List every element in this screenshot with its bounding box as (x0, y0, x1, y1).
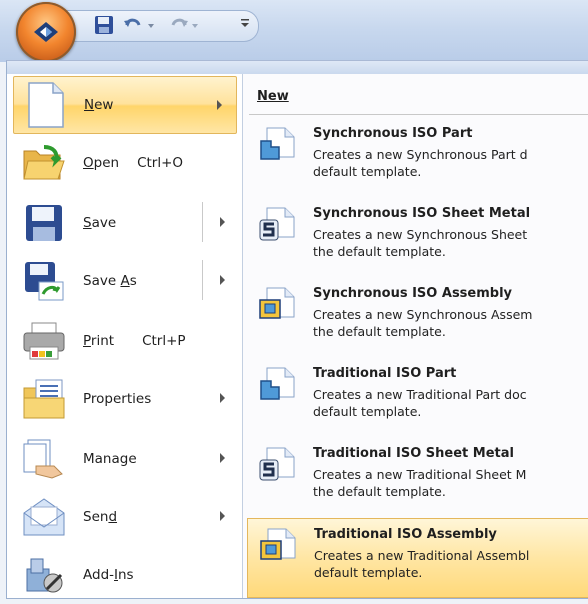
menu-item-print[interactable]: Print Ctrl+P (13, 312, 237, 370)
redo-button[interactable] (166, 14, 200, 36)
split-separator (202, 260, 203, 300)
assembly-document-icon (260, 528, 296, 560)
menu-item-add-ins[interactable]: Add-Ins (13, 546, 237, 604)
submenu-arrow-icon (220, 511, 225, 521)
sheet-metal-document-icon (259, 447, 295, 481)
redo-icon (171, 18, 188, 27)
menu-item-open[interactable]: Open Ctrl+O (13, 134, 237, 192)
customize-qat-icon[interactable] (240, 14, 250, 33)
sheet-metal-document-icon (259, 207, 295, 241)
template-name: Traditional ISO Part (313, 366, 457, 381)
redo-dropdown-icon[interactable] (190, 15, 200, 35)
properties-icon (19, 374, 69, 424)
save-as-icon (19, 256, 69, 306)
send-envelope-icon (19, 492, 69, 542)
printer-icon (19, 316, 69, 366)
menu-item-new[interactable]: New (13, 76, 237, 134)
split-separator (202, 202, 203, 242)
open-folder-icon (19, 138, 69, 188)
undo-dropdown-icon[interactable] (146, 15, 156, 35)
template-synchronous-iso-sheet-metal[interactable]: Synchronous ISO Sheet Metal Creates a ne… (247, 198, 588, 278)
shortcut-text: Ctrl+O (137, 155, 184, 171)
menu-item-properties[interactable]: Properties (13, 370, 237, 428)
template-description: Creates a new Traditional Sheet Mthe def… (313, 467, 527, 499)
template-description: Creates a new Traditional Part doc defaul… (313, 387, 527, 419)
menu-item-label: New (84, 97, 114, 113)
title-bar (0, 0, 588, 62)
new-submenu-panel: New Synchronous ISO Part Creates a new S… (243, 74, 588, 598)
template-traditional-iso-sheet-metal[interactable]: Traditional ISO Sheet Metal Creates a ne… (247, 438, 588, 518)
menu-command-list: New Open Ctrl+O Save Save As Print Ctrl+… (7, 74, 243, 598)
add-ins-icon (19, 550, 69, 600)
application-menu: New Open Ctrl+O Save Save As Print Ctrl+… (6, 60, 588, 599)
part-document-icon (260, 127, 295, 160)
template-synchronous-iso-part[interactable]: Synchronous ISO Part Creates a new Synch… (247, 118, 588, 198)
submenu-arrow-icon (220, 453, 225, 463)
menu-header-strip (7, 61, 588, 74)
template-description: Creates a new Synchronous Assem the defau… (313, 307, 533, 339)
submenu-arrow-icon (217, 100, 222, 110)
template-name: Synchronous ISO Part (313, 126, 473, 141)
manage-icon (19, 434, 69, 484)
submenu-arrow-icon[interactable] (220, 217, 225, 227)
save-qat-button[interactable] (94, 14, 114, 36)
menu-item-send[interactable]: Send (13, 488, 237, 546)
application-menu-button[interactable] (16, 2, 76, 62)
submenu-arrow-icon (220, 393, 225, 403)
undo-icon (124, 18, 141, 27)
template-name: Traditional ISO Assembly (314, 527, 497, 542)
application-logo-icon (34, 22, 58, 42)
save-icon (19, 198, 69, 248)
template-description: Creates a new Synchronous Part d default … (313, 147, 528, 179)
template-name: Synchronous ISO Assembly (313, 286, 513, 301)
shortcut-text: Ctrl+P (142, 333, 186, 349)
template-description: Creates a new Traditional Assembl default… (314, 548, 530, 580)
menu-item-save[interactable]: Save (13, 194, 237, 252)
new-panel-title: New (257, 89, 289, 104)
undo-button[interactable] (122, 14, 156, 36)
template-traditional-iso-part[interactable]: Traditional ISO Part Creates a new Tradi… (247, 358, 588, 438)
divider (249, 114, 588, 115)
template-synchronous-iso-assembly[interactable]: Synchronous ISO Assembly Creates a new S… (247, 278, 588, 358)
template-name: Synchronous ISO Sheet Metal (313, 206, 531, 221)
part-document-icon (260, 367, 295, 400)
menu-item-manage[interactable]: Manage (13, 430, 237, 488)
floppy-disk-icon (95, 16, 113, 34)
template-traditional-iso-assembly[interactable]: Traditional ISO Assembly Creates a new T… (247, 518, 588, 598)
submenu-arrow-icon[interactable] (220, 275, 225, 285)
template-description: Creates a new Synchronous Sheet the defau… (313, 227, 528, 259)
assembly-document-icon (259, 287, 295, 319)
new-document-icon (20, 80, 70, 130)
template-name: Traditional ISO Sheet Metal (313, 446, 514, 461)
menu-item-save-as[interactable]: Save As (13, 252, 237, 310)
